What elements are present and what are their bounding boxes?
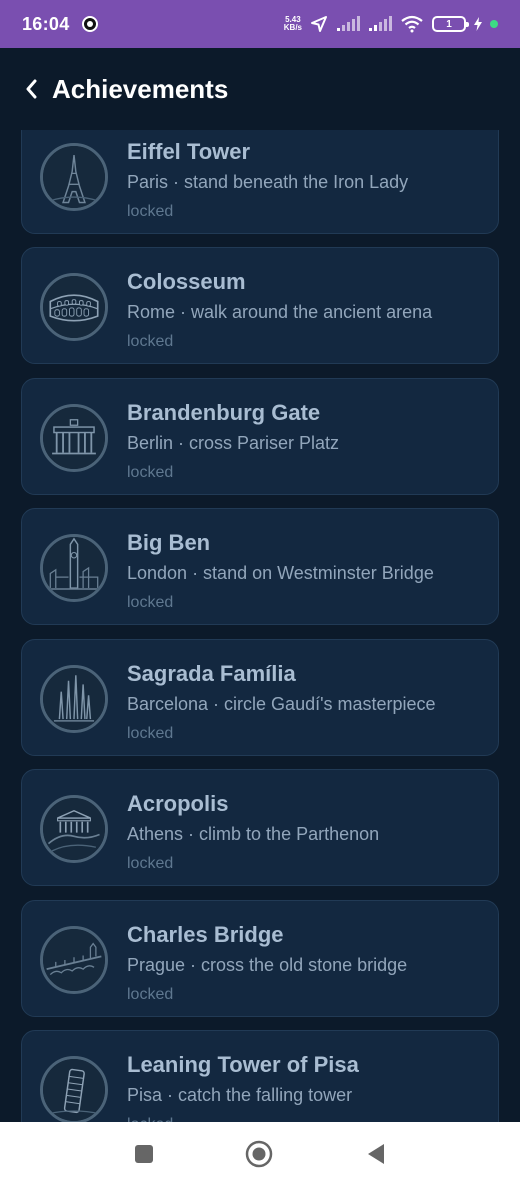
wifi-icon xyxy=(400,15,424,33)
achievement-title: Charles Bridge xyxy=(127,922,284,947)
achievement-status: locked xyxy=(127,333,174,350)
colosseum-badge-icon xyxy=(40,273,108,341)
charging-indicator-dot xyxy=(490,20,498,28)
achievement-subtitle: Rome · walk around the ancient arena xyxy=(127,302,433,322)
recents-button[interactable] xyxy=(130,1140,158,1168)
charging-icon xyxy=(474,17,482,31)
achievements-list[interactable]: Eiffel Tower Paris · stand beneath the I… xyxy=(0,127,520,1122)
location-icon xyxy=(310,15,328,33)
achievement-card-leaning-tower-of-pisa[interactable]: Leaning Tower of Pisa Pisa · catch the f… xyxy=(21,1030,499,1122)
charles-bridge-badge-icon xyxy=(40,926,108,994)
achievement-status: locked xyxy=(127,203,174,220)
achievement-title: Big Ben xyxy=(127,530,211,555)
achievement-subtitle: Barcelona · circle Gaudí's masterpiece xyxy=(127,694,436,714)
network-speed: 5.43 KB/s xyxy=(283,15,302,32)
achievement-card-charles-bridge[interactable]: Charles Bridge Prague · cross the old st… xyxy=(21,900,499,1017)
achievement-subtitle: London · stand on Westminster Bridge xyxy=(127,563,434,583)
battery-icon: 1 xyxy=(432,16,469,32)
achievement-card-sagrada-familia[interactable]: Sagrada Família Barcelona · circle Gaudí… xyxy=(21,639,499,756)
signal-icon-2 xyxy=(368,16,392,32)
achievement-status: locked xyxy=(127,464,174,481)
achievement-title: Eiffel Tower xyxy=(127,139,251,164)
status-indicators: 5.43 KB/s 1 xyxy=(284,15,498,33)
back-nav-button[interactable] xyxy=(362,1140,390,1168)
leaning-tower-of-pisa-badge-icon xyxy=(40,1056,108,1122)
achievement-card-brandenburg-gate[interactable]: Brandenburg Gate Berlin · cross Pariser … xyxy=(21,378,499,495)
big-ben-badge-icon xyxy=(40,534,108,602)
achievement-title: Sagrada Família xyxy=(127,661,296,686)
achievement-subtitle: Athens · climb to the Parthenon xyxy=(127,824,380,844)
achievement-status: locked xyxy=(127,725,174,742)
square-icon xyxy=(135,1145,153,1163)
chevron-left-icon xyxy=(26,79,37,99)
notification-app-icon xyxy=(81,16,98,32)
sagrada-familia-badge-icon xyxy=(40,665,108,733)
achievement-title: Leaning Tower of Pisa xyxy=(127,1052,359,1077)
brandenburg-gate-badge-icon xyxy=(40,404,108,472)
achievement-card-acropolis[interactable]: Acropolis Athens · climb to the Partheno… xyxy=(21,769,499,886)
achievement-status: locked xyxy=(127,594,174,611)
achievement-status: locked xyxy=(127,855,174,872)
achievement-card-colosseum[interactable]: Colosseum Rome · walk around the ancient… xyxy=(21,247,499,364)
system-navigation-bar xyxy=(0,1122,520,1184)
achievement-title: Acropolis xyxy=(127,791,229,816)
home-button[interactable] xyxy=(245,1140,273,1168)
status-bar: 16:04 5.43 KB/s 1 xyxy=(0,0,520,48)
circle-icon xyxy=(245,1140,273,1168)
acropolis-badge-icon xyxy=(40,795,108,863)
achievement-subtitle: Prague · cross the old stone bridge xyxy=(127,955,408,975)
achievement-subtitle: Paris · stand beneath the Iron Lady xyxy=(127,172,409,192)
status-time: 16:04 xyxy=(22,13,70,34)
achievement-card-eiffel-tower[interactable]: Eiffel Tower Paris · stand beneath the I… xyxy=(21,127,499,234)
back-button[interactable] xyxy=(20,74,42,104)
achievement-subtitle: Pisa · catch the falling tower xyxy=(127,1085,353,1105)
achievement-card-big-ben[interactable]: Big Ben London · stand on Westminster Br… xyxy=(21,508,499,625)
achievement-status: locked xyxy=(127,986,174,1003)
eiffel-tower-badge-icon xyxy=(40,143,108,211)
page-title: Achievements xyxy=(52,73,229,104)
achievement-title: Brandenburg Gate xyxy=(127,400,321,425)
signal-icon xyxy=(336,16,360,32)
achievement-subtitle: Berlin · cross Pariser Platz xyxy=(127,433,340,453)
triangle-back-icon xyxy=(368,1144,384,1164)
achievement-title: Colosseum xyxy=(127,269,246,294)
app-bar: Achievements xyxy=(0,48,520,130)
